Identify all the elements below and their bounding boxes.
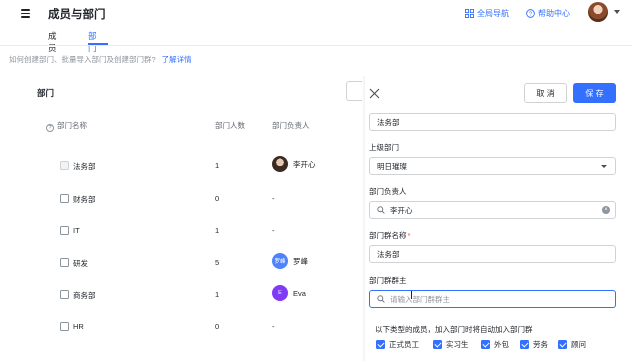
global-nav-label: 全局导航 <box>477 9 509 18</box>
row-checkbox[interactable] <box>60 258 69 267</box>
checkbox-checked <box>558 340 567 349</box>
dept-name-field[interactable]: 法务部 <box>369 113 616 131</box>
avatar: 罗峰 <box>272 253 288 269</box>
hidden-button[interactable] <box>346 81 362 101</box>
text-cursor <box>411 291 412 299</box>
user-avatar[interactable] <box>588 2 608 22</box>
dept-lead: E Eva <box>272 285 306 301</box>
column-header-lead: 部门负责人 <box>272 121 310 130</box>
section-title: 部门 <box>37 88 55 98</box>
tab-members[interactable]: 成员 <box>48 30 57 54</box>
dept-count: 1 <box>215 161 220 170</box>
chevron-down-icon <box>601 165 607 168</box>
save-button[interactable]: 保 存 <box>573 83 616 103</box>
table-row[interactable]: 法务部 1 李开心 <box>0 151 365 181</box>
checkbox-checked <box>376 340 385 349</box>
group-name-label: 部门群名称* <box>369 231 411 240</box>
parent-dept-label: 上级部门 <box>369 143 399 152</box>
dept-count: 1 <box>215 290 220 299</box>
search-icon <box>377 295 385 303</box>
table-row[interactable]: 财务部 0 - <box>0 184 365 214</box>
help-icon: ? <box>526 9 535 18</box>
dept-name: 商务部 <box>73 291 96 300</box>
avatar: E <box>272 285 288 301</box>
dept-name: 法务部 <box>73 162 96 171</box>
global-nav-link[interactable]: 全局导航 <box>465 8 509 19</box>
chevron-down-icon[interactable] <box>614 10 620 14</box>
group-name-field[interactable]: 法务部 <box>369 245 616 263</box>
dept-lead-field[interactable]: 李开心 × <box>369 201 616 219</box>
dept-name: HR <box>73 322 84 331</box>
avatar <box>272 156 288 172</box>
checkbox-consultant[interactable]: 顾问 <box>558 339 586 350</box>
table-row[interactable]: HR 0 - <box>0 312 365 342</box>
grid-icon <box>465 9 474 18</box>
tab-departments[interactable]: 部门 <box>88 30 97 54</box>
dept-lead: - <box>272 322 275 331</box>
checkbox-checked <box>520 340 529 349</box>
table-row[interactable]: 商务部 1 E Eva <box>0 280 365 310</box>
checkbox-checked <box>481 340 490 349</box>
checkbox-intern[interactable]: 实习生 <box>433 339 469 350</box>
checkbox-outsourced[interactable]: 外包 <box>481 339 509 350</box>
page-title: 成员与部门 <box>48 9 106 21</box>
cancel-button[interactable]: 取 消 <box>524 83 567 103</box>
group-owner-input[interactable]: 请输入部门群群主 <box>369 290 616 308</box>
search-icon <box>377 206 385 214</box>
dept-lead-label: 部门负责人 <box>369 187 407 196</box>
clear-icon[interactable]: × <box>602 206 610 214</box>
row-checkbox[interactable] <box>60 194 69 203</box>
column-header-count: 部门人数 <box>215 121 245 130</box>
row-checkbox[interactable] <box>60 290 69 299</box>
column-header-name: ? 部门名称 <box>46 120 87 132</box>
row-checkbox[interactable] <box>60 322 69 331</box>
menu-icon[interactable] <box>21 9 30 18</box>
top-bar: 成员与部门 全局导航 ? 帮助中心 <box>0 0 632 29</box>
close-icon[interactable] <box>369 88 380 99</box>
help-center-link[interactable]: ? 帮助中心 <box>526 8 570 19</box>
dept-lead: - <box>272 226 275 235</box>
group-owner-label: 部门群群主 <box>369 276 407 285</box>
help-row: 如何创建部门、批量导入部门及创建部门群? 了解详情 <box>9 54 192 65</box>
dept-name: 研发 <box>73 259 88 268</box>
dept-lead: - <box>272 194 275 203</box>
dept-name: IT <box>73 226 80 235</box>
dept-count: 0 <box>215 194 220 203</box>
dept-lead: 罗峰 罗峰 <box>272 253 308 269</box>
dept-count: 5 <box>215 258 220 267</box>
auto-join-note: 以下类型的成员，加入部门时将自动加入部门群 <box>375 325 533 334</box>
help-text: 如何创建部门、批量导入部门及创建部门群? <box>9 55 156 64</box>
parent-dept-select[interactable]: 明日璀璨 <box>369 157 616 175</box>
table-row[interactable]: IT 1 - <box>0 216 365 246</box>
dept-count: 1 <box>215 226 220 235</box>
checkbox-full-time[interactable]: 正式员工 <box>376 339 419 350</box>
checkbox-labor[interactable]: 劳务 <box>520 339 548 350</box>
table-row[interactable]: 研发 5 罗峰 罗峰 <box>0 248 365 278</box>
help-center-label: 帮助中心 <box>538 9 570 18</box>
learn-more-link[interactable]: 了解详情 <box>162 55 192 64</box>
row-checkbox[interactable] <box>60 226 69 235</box>
dept-name: 财务部 <box>73 195 96 204</box>
dept-lead: 李开心 <box>272 156 316 172</box>
checkbox-checked <box>433 340 442 349</box>
divider <box>0 45 632 46</box>
help-icon[interactable]: ? <box>46 124 54 132</box>
dept-count: 0 <box>215 322 220 331</box>
row-checkbox <box>60 161 69 170</box>
